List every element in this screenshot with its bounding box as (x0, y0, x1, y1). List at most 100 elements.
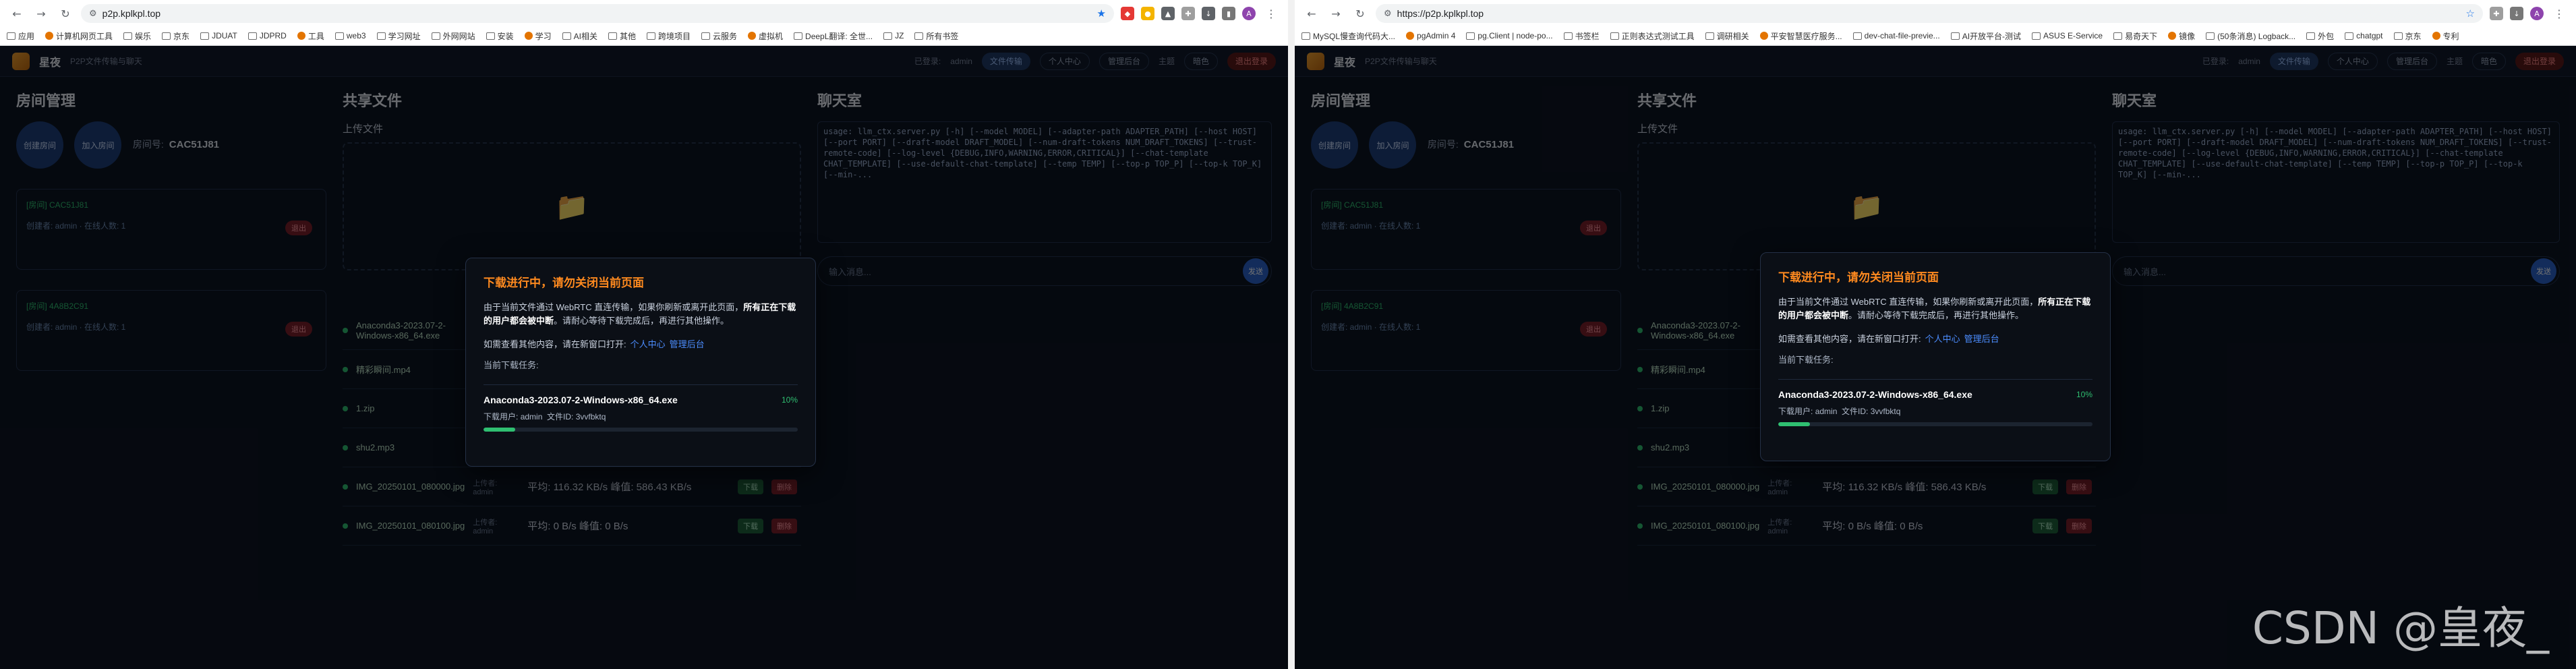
bookmark-star-icon[interactable]: ☆ (2466, 7, 2475, 20)
bookmark-item[interactable]: AI相关 (562, 30, 597, 42)
bookmark-item[interactable]: 娱乐 (123, 30, 151, 42)
bookmark-item[interactable]: 其他 (608, 30, 636, 42)
create-room-button[interactable]: 创建房间 (1311, 121, 1358, 169)
delete-file-button[interactable]: 删除 (2066, 479, 2092, 494)
upload-dropzone[interactable]: 📁 (343, 142, 801, 270)
bookmark-item[interactable]: web3 (334, 31, 366, 40)
extension-icon[interactable]: ● (1141, 7, 1154, 20)
bookmark-item[interactable]: 外网网站 (431, 30, 475, 42)
send-button[interactable]: 发送 (1243, 258, 1268, 284)
chat-input[interactable]: 输入消息... 发送 (2112, 256, 2560, 286)
extension-icon[interactable]: ▲ (1161, 7, 1175, 20)
bookmark-item[interactable]: pg.Client | node-po... (1466, 31, 1553, 40)
leave-room-button[interactable]: 退出 (285, 221, 312, 235)
bookmark-item[interactable]: DeepL翻译: 全世... (794, 30, 873, 42)
download-file-button[interactable]: 下载 (2032, 518, 2059, 533)
join-room-button[interactable]: 加入房间 (1369, 121, 1417, 169)
extensions-puzzle-icon[interactable]: ✚ (2490, 7, 2503, 20)
leave-room-button[interactable]: 退出 (285, 322, 312, 337)
address-bar[interactable]: ⚙ https://p2p.kplkpl.top ☆ (1376, 4, 2483, 23)
bookmark-item[interactable]: 平安智慧医疗服务... (1759, 30, 1842, 42)
download-file-button[interactable]: 下载 (738, 479, 764, 494)
bookmark-item[interactable]: pgAdmin 4 (1406, 31, 1455, 40)
bookmark-item[interactable]: 工具 (297, 30, 324, 42)
bookmark-item[interactable]: 安装 (486, 30, 514, 42)
file-transfer-button[interactable]: 文件传输 (2269, 52, 2318, 70)
room-card[interactable]: [房间] CAC51J81 创建者: admin · 在线人数: 1 退出 (1311, 189, 1621, 270)
room-card[interactable]: [房间] 4A8B2C91 创建者: admin · 在线人数: 1 退出 (16, 290, 326, 371)
bookmark-item[interactable]: 学习 (524, 30, 552, 42)
admin-link[interactable]: 管理后台 (670, 339, 705, 349)
download-icon[interactable]: ↓ (1202, 7, 1215, 20)
theme-select[interactable]: 暗色 (2471, 52, 2506, 70)
personal-center-link[interactable]: 个人中心 (631, 339, 666, 349)
bookmark-item[interactable]: 调研相关 (1705, 30, 1749, 42)
bookmark-item[interactable]: 书签栏 (1563, 30, 1600, 42)
bookmark-item[interactable]: 正则表达式测试工具 (1610, 30, 1695, 42)
bookmark-item[interactable]: chatgpt (2345, 31, 2383, 40)
download-icon[interactable]: ↓ (2510, 7, 2523, 20)
bookmark-item[interactable]: 计算机网页工具 (45, 30, 113, 42)
forward-icon[interactable]: → (32, 5, 50, 22)
delete-file-button[interactable]: 删除 (771, 518, 797, 533)
logout-button[interactable]: 退出登录 (2515, 52, 2564, 70)
room-card[interactable]: [房间] CAC51J81 创建者: admin · 在线人数: 1 退出 (16, 189, 326, 270)
download-file-button[interactable]: 下载 (2032, 479, 2059, 494)
chat-input[interactable]: 输入消息... 发送 (817, 256, 1272, 286)
extension-icon[interactable]: ◆ (1121, 7, 1134, 20)
create-room-button[interactable]: 创建房间 (16, 121, 63, 169)
room-card[interactable]: [房间] 4A8B2C91 创建者: admin · 在线人数: 1 退出 (1311, 290, 1621, 371)
bookmark-item[interactable]: 镜像 (2168, 30, 2195, 42)
bookmark-item[interactable]: ASUS E-Service (2032, 31, 2103, 40)
download-file-button[interactable]: 下载 (738, 518, 764, 533)
bookmark-item[interactable]: 所有书签 (914, 30, 958, 42)
forward-icon[interactable]: → (1327, 5, 1345, 22)
bookmark-item[interactable]: AI开放平台-测试 (1950, 30, 2021, 42)
menu-icon[interactable]: ⋮ (2550, 5, 2568, 22)
leave-room-button[interactable]: 退出 (1580, 322, 1607, 337)
site-info-icon[interactable]: ⚙ (1384, 9, 1392, 19)
send-button[interactable]: 发送 (2531, 258, 2556, 284)
bookmark-item[interactable]: 专利 (2432, 30, 2459, 42)
bookmark-star-icon[interactable]: ★ (1097, 7, 1106, 20)
menu-icon[interactable]: ⋮ (1262, 5, 1280, 22)
back-icon[interactable]: ← (1303, 5, 1320, 22)
avatar[interactable]: A (2530, 7, 2544, 20)
bookmark-item[interactable]: 应用 (7, 30, 34, 42)
reload-icon[interactable]: ↻ (57, 5, 74, 22)
address-bar[interactable]: ⚙ p2p.kplkpl.top ★ (81, 4, 1114, 23)
bookmark-item[interactable]: 京东 (2393, 30, 2422, 42)
bookmark-item[interactable]: 跨境项目 (646, 30, 691, 42)
bookmark-item[interactable]: 学习网址 (376, 30, 421, 42)
bookmark-item[interactable]: 虚拟机 (748, 30, 783, 42)
join-room-button[interactable]: 加入房间 (74, 121, 122, 169)
upload-dropzone[interactable]: 📁 (1637, 142, 2096, 270)
avatar[interactable]: A (1242, 7, 1256, 20)
bookmark-item[interactable]: JDPRD (247, 31, 287, 40)
bookmark-item[interactable]: (50条消息) Logback... (2206, 30, 2295, 42)
bookmark-item[interactable]: 外包 (2306, 30, 2334, 42)
personal-center-button[interactable]: 个人中心 (2327, 52, 2378, 70)
delete-file-button[interactable]: 删除 (771, 479, 797, 494)
site-info-icon[interactable]: ⚙ (89, 9, 97, 19)
leave-room-button[interactable]: 退出 (1580, 221, 1607, 235)
bookmark-item[interactable]: JZ (883, 31, 904, 40)
admin-button[interactable]: 管理后台 (2387, 52, 2437, 70)
admin-link[interactable]: 管理后台 (1964, 334, 1999, 344)
theme-select[interactable]: 暗色 (1183, 52, 1218, 70)
delete-file-button[interactable]: 删除 (2066, 518, 2092, 533)
back-icon[interactable]: ← (8, 5, 26, 22)
bookmark-item[interactable]: 易奇天下 (2113, 30, 2157, 42)
file-transfer-button[interactable]: 文件传输 (981, 52, 1030, 70)
logout-button[interactable]: 退出登录 (1227, 52, 1276, 70)
bookmark-item[interactable]: 京东 (162, 30, 189, 42)
personal-center-link[interactable]: 个人中心 (1925, 334, 1960, 344)
bookmark-item[interactable]: JDUAT (200, 31, 237, 40)
bookmark-item[interactable]: 云服务 (701, 30, 737, 42)
bookmark-item[interactable]: dev-chat-file-previe... (1852, 31, 1940, 40)
extensions-puzzle-icon[interactable]: ✚ (1181, 7, 1195, 20)
bookmark-item[interactable]: MySQL慢查询代码大... (1301, 30, 1395, 42)
sidepanel-icon[interactable]: ▮ (1222, 7, 1235, 20)
reload-icon[interactable]: ↻ (1351, 5, 1369, 22)
personal-center-button[interactable]: 个人中心 (1039, 52, 1090, 70)
